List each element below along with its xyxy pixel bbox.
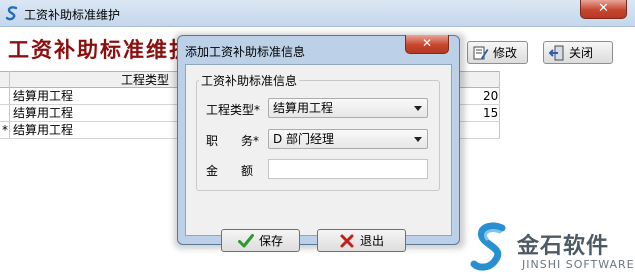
row-marker: * [2, 123, 8, 137]
project-type-value: 结算用工程 [273, 101, 334, 115]
exit-door-icon [549, 45, 564, 60]
watermark-name: 金石软件 [517, 234, 610, 259]
dialog-close-button[interactable]: ✕ [405, 35, 449, 54]
save-button[interactable]: 保存 [221, 229, 300, 252]
main-titlebar: 工资补助标准维护 ✕ [0, 0, 635, 27]
amount-label-left: 金 [206, 164, 219, 178]
watermark-subtitle: JINSHI SOFTWARE [522, 258, 635, 271]
edit-button-label: 修改 [493, 46, 518, 60]
edit-icon [473, 46, 489, 59]
checkmark-icon [237, 233, 254, 247]
position-value: D 部门经理 [273, 132, 335, 146]
chevron-down-icon [414, 106, 422, 111]
groupbox-title: 工资补助标准信息 [199, 72, 300, 89]
cell-type: 结算用工程 [13, 106, 74, 120]
position-label-right: 务* [241, 134, 260, 148]
close-button[interactable]: 关闭 [543, 41, 613, 64]
save-button-label: 保存 [258, 234, 283, 248]
chevron-down-icon [414, 137, 422, 142]
cell-type: 结算用工程 [13, 89, 74, 103]
page-heading: 工资补助标准维护 [8, 37, 192, 62]
exit-button[interactable]: 退出 [317, 229, 406, 252]
add-standard-dialog: 添加工资补助标准信息 ✕ 工资补助标准信息 工程类型* 结算用工程 职 务* D… [177, 35, 460, 252]
close-icon: ✕ [598, 1, 609, 16]
cell-value: 15 [483, 106, 499, 120]
position-select[interactable]: D 部门经理 [268, 129, 428, 149]
amount-label-right: 额 [241, 164, 254, 178]
window-close-button[interactable]: ✕ [580, 0, 627, 19]
close-button-label: 关闭 [569, 46, 594, 60]
type-label: 工程类型* [206, 103, 261, 117]
dialog-body: 工资补助标准信息 工程类型* 结算用工程 职 务* D 部门经理 金 额 保存 [185, 64, 452, 252]
app-icon [5, 6, 18, 21]
position-label-left: 职 [206, 134, 219, 148]
dialog-title: 添加工资补助标准信息 [185, 45, 306, 59]
project-type-select[interactable]: 结算用工程 [268, 98, 428, 118]
close-icon: ✕ [421, 36, 433, 50]
amount-input[interactable] [268, 159, 428, 179]
jinshi-logo-icon [470, 222, 506, 271]
exit-button-label: 退出 [359, 234, 384, 248]
cross-icon [340, 234, 354, 247]
window-title: 工资补助标准维护 [24, 8, 121, 22]
edit-button[interactable]: 修改 [467, 41, 528, 64]
cell-value: 20 [483, 89, 499, 103]
cell-type: 结算用工程 [13, 123, 74, 137]
